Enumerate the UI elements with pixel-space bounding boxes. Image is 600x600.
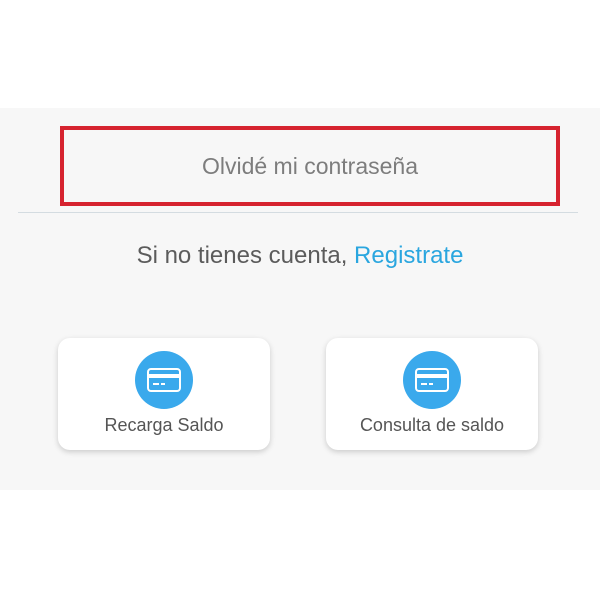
recharge-balance-label: Recarga Saldo	[104, 415, 224, 435]
credit-card-icon	[403, 351, 461, 409]
recharge-balance-button[interactable]: Recarga Saldo	[58, 338, 270, 450]
credit-card-icon	[135, 351, 193, 409]
divider	[18, 212, 578, 213]
register-prompt-text: Si no tienes cuenta,	[136, 242, 348, 269]
highlight-box: Olvidé mi contraseña	[60, 126, 560, 206]
login-screen: Olvidé mi contraseña Si no tienes cuenta…	[0, 108, 600, 490]
forgot-password-link[interactable]: Olvidé mi contraseña	[64, 130, 556, 202]
balance-inquiry-label: Consulta de saldo	[359, 415, 505, 435]
register-prompt: Si no tienes cuenta, Registrate	[0, 236, 600, 276]
register-link[interactable]: Registrate	[354, 242, 463, 269]
balance-inquiry-button[interactable]: Consulta de saldo	[326, 338, 538, 450]
